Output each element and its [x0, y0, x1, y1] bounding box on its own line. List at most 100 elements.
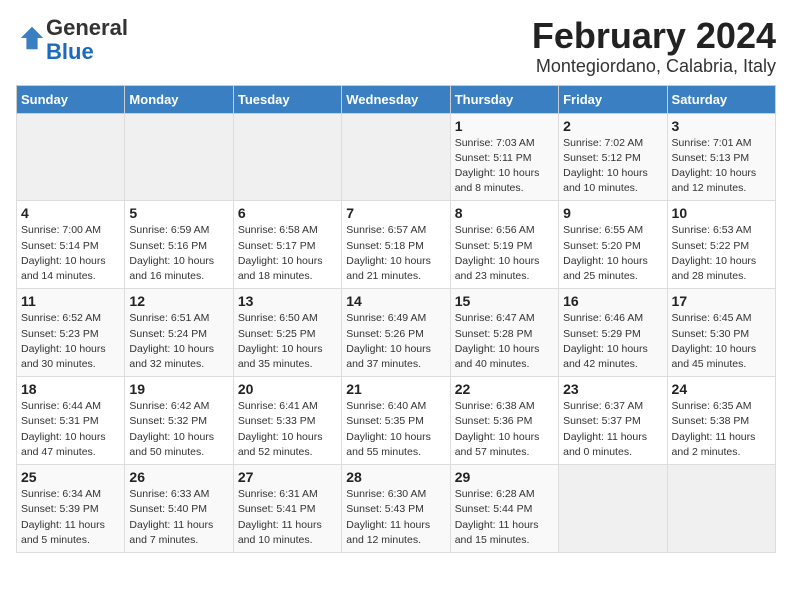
day-info: Sunrise: 6:41 AM Sunset: 5:33 PM Dayligh… [238, 399, 337, 460]
calendar-cell: 20 Sunrise: 6:41 AM Sunset: 5:33 PM Dayli… [233, 377, 341, 465]
calendar-cell: 1 Sunrise: 7:03 AM Sunset: 5:11 PM Daylig… [450, 113, 558, 201]
calendar-week-row: 11 Sunrise: 6:52 AM Sunset: 5:23 PM Dayli… [17, 289, 776, 377]
day-info: Sunrise: 6:55 AM Sunset: 5:20 PM Dayligh… [563, 223, 662, 284]
day-number: 21 [346, 381, 445, 397]
day-info: Sunrise: 6:33 AM Sunset: 5:40 PM Dayligh… [129, 487, 228, 548]
day-info: Sunrise: 6:35 AM Sunset: 5:38 PM Dayligh… [672, 399, 771, 460]
day-info: Sunrise: 6:46 AM Sunset: 5:29 PM Dayligh… [563, 311, 662, 372]
day-info: Sunrise: 6:34 AM Sunset: 5:39 PM Dayligh… [21, 487, 120, 548]
calendar-cell: 11 Sunrise: 6:52 AM Sunset: 5:23 PM Dayli… [17, 289, 125, 377]
calendar-table: SundayMondayTuesdayWednesdayThursdayFrid… [16, 85, 776, 553]
day-number: 20 [238, 381, 337, 397]
day-number: 11 [21, 293, 120, 309]
calendar-cell: 18 Sunrise: 6:44 AM Sunset: 5:31 PM Dayli… [17, 377, 125, 465]
day-info: Sunrise: 6:38 AM Sunset: 5:36 PM Dayligh… [455, 399, 554, 460]
calendar-cell [17, 113, 125, 201]
calendar-week-row: 18 Sunrise: 6:44 AM Sunset: 5:31 PM Dayli… [17, 377, 776, 465]
day-info: Sunrise: 6:53 AM Sunset: 5:22 PM Dayligh… [672, 223, 771, 284]
day-info: Sunrise: 6:31 AM Sunset: 5:41 PM Dayligh… [238, 487, 337, 548]
calendar-cell: 14 Sunrise: 6:49 AM Sunset: 5:26 PM Dayli… [342, 289, 450, 377]
day-number: 1 [455, 118, 554, 134]
day-number: 12 [129, 293, 228, 309]
calendar-cell: 17Sunrise: 6:45 AM Sunset: 5:30 PM Dayli… [667, 289, 775, 377]
calendar-cell: 7 Sunrise: 6:57 AM Sunset: 5:18 PM Daylig… [342, 201, 450, 289]
day-number: 23 [563, 381, 662, 397]
day-number: 14 [346, 293, 445, 309]
calendar-cell: 6Sunrise: 6:58 AM Sunset: 5:17 PM Daylig… [233, 201, 341, 289]
calendar-cell: 4Sunrise: 7:00 AM Sunset: 5:14 PM Daylig… [17, 201, 125, 289]
day-number: 8 [455, 205, 554, 221]
calendar-cell: 5 Sunrise: 6:59 AM Sunset: 5:16 PM Daylig… [125, 201, 233, 289]
day-info: Sunrise: 6:57 AM Sunset: 5:18 PM Dayligh… [346, 223, 445, 284]
title-block: February 2024 Montegiordano, Calabria, I… [532, 16, 776, 77]
day-number: 7 [346, 205, 445, 221]
calendar-cell: 15 Sunrise: 6:47 AM Sunset: 5:28 PM Dayli… [450, 289, 558, 377]
calendar-header-friday: Friday [559, 85, 667, 113]
day-number: 24 [672, 381, 771, 397]
calendar-cell [125, 113, 233, 201]
logo-general-text: General [46, 15, 128, 40]
calendar-cell: 22 Sunrise: 6:38 AM Sunset: 5:36 PM Dayli… [450, 377, 558, 465]
day-number: 9 [563, 205, 662, 221]
day-info: Sunrise: 6:58 AM Sunset: 5:17 PM Dayligh… [238, 223, 337, 284]
day-info: Sunrise: 6:40 AM Sunset: 5:35 PM Dayligh… [346, 399, 445, 460]
day-number: 19 [129, 381, 228, 397]
day-number: 17 [672, 293, 771, 309]
calendar-cell: 19 Sunrise: 6:42 AM Sunset: 5:32 PM Dayli… [125, 377, 233, 465]
day-info: Sunrise: 7:00 AM Sunset: 5:14 PM Dayligh… [21, 223, 120, 284]
day-number: 22 [455, 381, 554, 397]
calendar-week-row: 1 Sunrise: 7:03 AM Sunset: 5:11 PM Daylig… [17, 113, 776, 201]
day-info: Sunrise: 7:03 AM Sunset: 5:11 PM Dayligh… [455, 136, 554, 197]
calendar-cell: 25Sunrise: 6:34 AM Sunset: 5:39 PM Dayli… [17, 465, 125, 553]
calendar-cell: 26Sunrise: 6:33 AM Sunset: 5:40 PM Dayli… [125, 465, 233, 553]
calendar-cell [559, 465, 667, 553]
day-info: Sunrise: 6:52 AM Sunset: 5:23 PM Dayligh… [21, 311, 120, 372]
day-info: Sunrise: 6:59 AM Sunset: 5:16 PM Dayligh… [129, 223, 228, 284]
day-info: Sunrise: 6:28 AM Sunset: 5:44 PM Dayligh… [455, 487, 554, 548]
calendar-header-tuesday: Tuesday [233, 85, 341, 113]
calendar-cell: 8 Sunrise: 6:56 AM Sunset: 5:19 PM Daylig… [450, 201, 558, 289]
day-number: 5 [129, 205, 228, 221]
calendar-cell: 2 Sunrise: 7:02 AM Sunset: 5:12 PM Daylig… [559, 113, 667, 201]
calendar-header-sunday: Sunday [17, 85, 125, 113]
day-info: Sunrise: 6:47 AM Sunset: 5:28 PM Dayligh… [455, 311, 554, 372]
day-info: Sunrise: 7:01 AM Sunset: 5:13 PM Dayligh… [672, 136, 771, 197]
calendar-cell: 27 Sunrise: 6:31 AM Sunset: 5:41 PM Dayli… [233, 465, 341, 553]
calendar-cell: 23 Sunrise: 6:37 AM Sunset: 5:37 PM Dayli… [559, 377, 667, 465]
day-number: 2 [563, 118, 662, 134]
calendar-cell: 10 Sunrise: 6:53 AM Sunset: 5:22 PM Dayli… [667, 201, 775, 289]
page-title: February 2024 [532, 16, 776, 56]
calendar-cell: 12 Sunrise: 6:51 AM Sunset: 5:24 PM Dayli… [125, 289, 233, 377]
day-number: 28 [346, 469, 445, 485]
calendar-cell: 28Sunrise: 6:30 AM Sunset: 5:43 PM Dayli… [342, 465, 450, 553]
calendar-header-thursday: Thursday [450, 85, 558, 113]
calendar-header-monday: Monday [125, 85, 233, 113]
day-info: Sunrise: 6:49 AM Sunset: 5:26 PM Dayligh… [346, 311, 445, 372]
day-info: Sunrise: 6:51 AM Sunset: 5:24 PM Dayligh… [129, 311, 228, 372]
day-info: Sunrise: 6:56 AM Sunset: 5:19 PM Dayligh… [455, 223, 554, 284]
calendar-cell [233, 113, 341, 201]
day-number: 27 [238, 469, 337, 485]
calendar-header-wednesday: Wednesday [342, 85, 450, 113]
day-number: 18 [21, 381, 120, 397]
day-info: Sunrise: 6:37 AM Sunset: 5:37 PM Dayligh… [563, 399, 662, 460]
calendar-cell [342, 113, 450, 201]
day-info: Sunrise: 6:44 AM Sunset: 5:31 PM Dayligh… [21, 399, 120, 460]
logo: General Blue [16, 16, 128, 64]
day-info: Sunrise: 6:42 AM Sunset: 5:32 PM Dayligh… [129, 399, 228, 460]
calendar-cell: 24 Sunrise: 6:35 AM Sunset: 5:38 PM Dayli… [667, 377, 775, 465]
day-info: Sunrise: 7:02 AM Sunset: 5:12 PM Dayligh… [563, 136, 662, 197]
calendar-cell: 3 Sunrise: 7:01 AM Sunset: 5:13 PM Daylig… [667, 113, 775, 201]
calendar-cell [667, 465, 775, 553]
day-number: 3 [672, 118, 771, 134]
day-number: 16 [563, 293, 662, 309]
day-number: 10 [672, 205, 771, 221]
day-number: 15 [455, 293, 554, 309]
calendar-week-row: 25Sunrise: 6:34 AM Sunset: 5:39 PM Dayli… [17, 465, 776, 553]
calendar-cell: 21 Sunrise: 6:40 AM Sunset: 5:35 PM Dayli… [342, 377, 450, 465]
page-subtitle: Montegiordano, Calabria, Italy [532, 56, 776, 77]
calendar-cell: 13Sunrise: 6:50 AM Sunset: 5:25 PM Dayli… [233, 289, 341, 377]
calendar-week-row: 4Sunrise: 7:00 AM Sunset: 5:14 PM Daylig… [17, 201, 776, 289]
logo-blue-text: Blue [46, 39, 94, 64]
calendar-cell: 9 Sunrise: 6:55 AM Sunset: 5:20 PM Daylig… [559, 201, 667, 289]
